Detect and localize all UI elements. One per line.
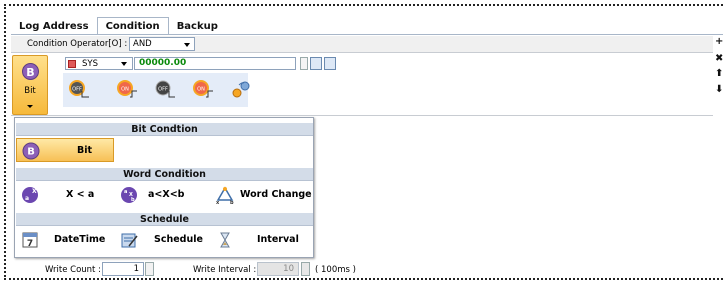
x-less-a-icon: X a — [22, 187, 38, 203]
section-header-bit: Bit Condtion — [16, 122, 313, 136]
tab-backup[interactable]: Backup — [169, 18, 226, 35]
device-type-value: SYS — [82, 59, 98, 69]
operator-value: AND — [133, 39, 152, 49]
svg-text:X: X — [32, 188, 37, 195]
write-count-input[interactable]: 1 — [102, 262, 144, 276]
popup-item-label: Schedule — [154, 234, 203, 245]
address-input[interactable]: 00000.00 — [134, 57, 296, 70]
section-header-word: Word Condition — [16, 167, 313, 181]
write-count-label: Write Count : — [45, 265, 101, 275]
address-keypad-button[interactable] — [324, 57, 336, 70]
write-interval-input[interactable]: 10 — [257, 262, 299, 276]
move-down-icon[interactable]: ⬇ — [715, 85, 723, 95]
calendar-icon: 7 — [22, 232, 38, 249]
svg-text:ON: ON — [197, 87, 205, 93]
address-spinner[interactable] — [300, 57, 308, 70]
popup-item-label: Interval — [257, 234, 299, 245]
write-interval-unit: ( 100ms ) — [315, 265, 356, 275]
on-rising-icon[interactable]: ON — [116, 79, 138, 101]
popup-item-bit[interactable]: B Bit — [16, 138, 114, 162]
popup-item-x-less-a[interactable]: X a X < a — [16, 183, 114, 207]
popup-item-schedule[interactable]: Schedule — [115, 228, 210, 252]
address-browse-button[interactable] — [310, 57, 322, 70]
svg-text:B: B — [27, 147, 35, 158]
svg-text:ON: ON — [121, 87, 129, 93]
svg-text:OFF: OFF — [72, 87, 82, 93]
chevron-down-icon — [184, 43, 190, 47]
svg-text:b: b — [131, 197, 135, 203]
svg-text:OFF: OFF — [158, 87, 168, 93]
delete-icon[interactable]: ✖ — [715, 54, 723, 64]
add-icon[interactable]: + — [715, 37, 723, 47]
svg-text:b: b — [230, 200, 234, 204]
off-level-icon[interactable]: OFF — [154, 79, 176, 101]
popup-item-word-change[interactable]: x b Word Change — [211, 183, 313, 207]
device-icon — [68, 60, 76, 68]
chevron-down-icon — [121, 62, 127, 66]
write-count-spinner[interactable] — [145, 262, 154, 276]
popup-item-interval[interactable]: Interval — [211, 228, 313, 252]
bit-circle-icon: B — [22, 63, 39, 80]
change-icon[interactable] — [230, 79, 252, 101]
popup-item-label: Bit — [77, 145, 93, 156]
svg-text:7: 7 — [27, 239, 33, 249]
operator-label: Condition Operator[O] : — [27, 39, 128, 49]
popup-item-label: DateTime — [54, 234, 106, 245]
write-interval-spinner[interactable] — [301, 262, 310, 276]
operator-select[interactable]: AND — [129, 37, 195, 51]
section-header-schedule: Schedule — [16, 212, 313, 226]
tab-strip: Log Address Condition Backup — [11, 17, 226, 35]
move-up-icon[interactable]: ⬆ — [715, 69, 723, 79]
schedule-icon — [121, 233, 138, 248]
operator-bar: Condition Operator[O] : AND — [11, 36, 713, 53]
popup-item-label: X < a — [66, 189, 95, 200]
popup-item-label: a<X<b — [148, 189, 185, 200]
svg-text:a: a — [25, 195, 29, 202]
off-falling-icon[interactable]: OFF — [68, 79, 90, 101]
bit-circle-icon: B — [22, 142, 40, 160]
range-icon: a X b — [121, 187, 137, 203]
chevron-down-icon — [27, 105, 33, 108]
device-type-select[interactable]: SYS — [65, 57, 133, 70]
popup-item-datetime[interactable]: 7 DateTime — [16, 228, 114, 252]
popup-item-range[interactable]: a X b a<X<b — [115, 183, 210, 207]
svg-text:a: a — [124, 189, 127, 195]
word-change-icon: x b — [216, 186, 234, 204]
hourglass-icon — [220, 232, 230, 248]
write-interval-label: Write Interval : — [193, 265, 257, 275]
condition-type-button[interactable]: B Bit — [12, 55, 48, 115]
on-level-icon[interactable]: ON — [192, 79, 214, 101]
popup-item-label: Word Change — [240, 189, 312, 200]
tab-log-address[interactable]: Log Address — [11, 18, 97, 35]
tab-condition[interactable]: Condition — [96, 17, 169, 35]
condition-type-label: Bit — [24, 86, 36, 96]
condition-type-popup: Bit Condtion B Bit Word Condition X a X … — [14, 117, 314, 258]
